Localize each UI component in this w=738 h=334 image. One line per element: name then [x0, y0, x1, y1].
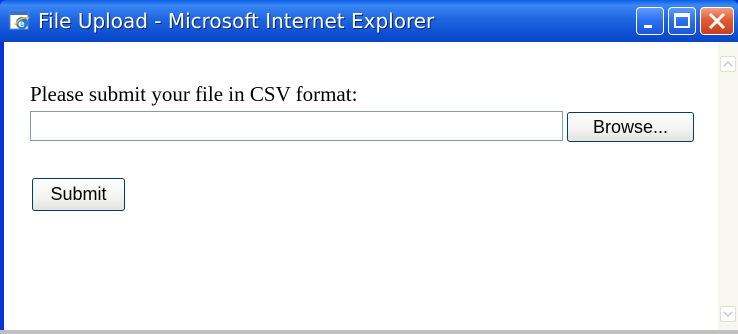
page-content: Please submit your file in CSV format: B…	[4, 42, 718, 330]
file-path-input[interactable]	[30, 111, 563, 141]
scroll-up-arrow-icon	[723, 60, 733, 67]
browser-window: e File Upload - Microsoft Internet Explo…	[0, 0, 738, 334]
scroll-down-arrow-icon	[723, 311, 733, 318]
submit-button[interactable]: Submit	[32, 178, 125, 211]
close-button[interactable]	[700, 7, 734, 35]
minimize-button[interactable]	[636, 7, 664, 35]
ie-app-icon[interactable]: e	[9, 9, 31, 31]
scroll-down-button[interactable]	[720, 306, 736, 322]
upload-prompt: Please submit your file in CSV format:	[30, 82, 358, 106]
close-icon	[708, 12, 726, 30]
window-title: File Upload - Microsoft Internet Explore…	[38, 9, 435, 33]
minimize-icon	[644, 25, 652, 28]
maximize-icon	[674, 13, 690, 28]
browse-button[interactable]: Browse...	[567, 112, 694, 142]
window-bottom-edge	[0, 330, 738, 334]
maximize-button[interactable]	[668, 7, 696, 35]
vertical-scrollbar[interactable]	[718, 42, 738, 334]
title-bar[interactable]: e File Upload - Microsoft Internet Explo…	[0, 0, 738, 42]
scroll-up-button[interactable]	[720, 56, 736, 72]
